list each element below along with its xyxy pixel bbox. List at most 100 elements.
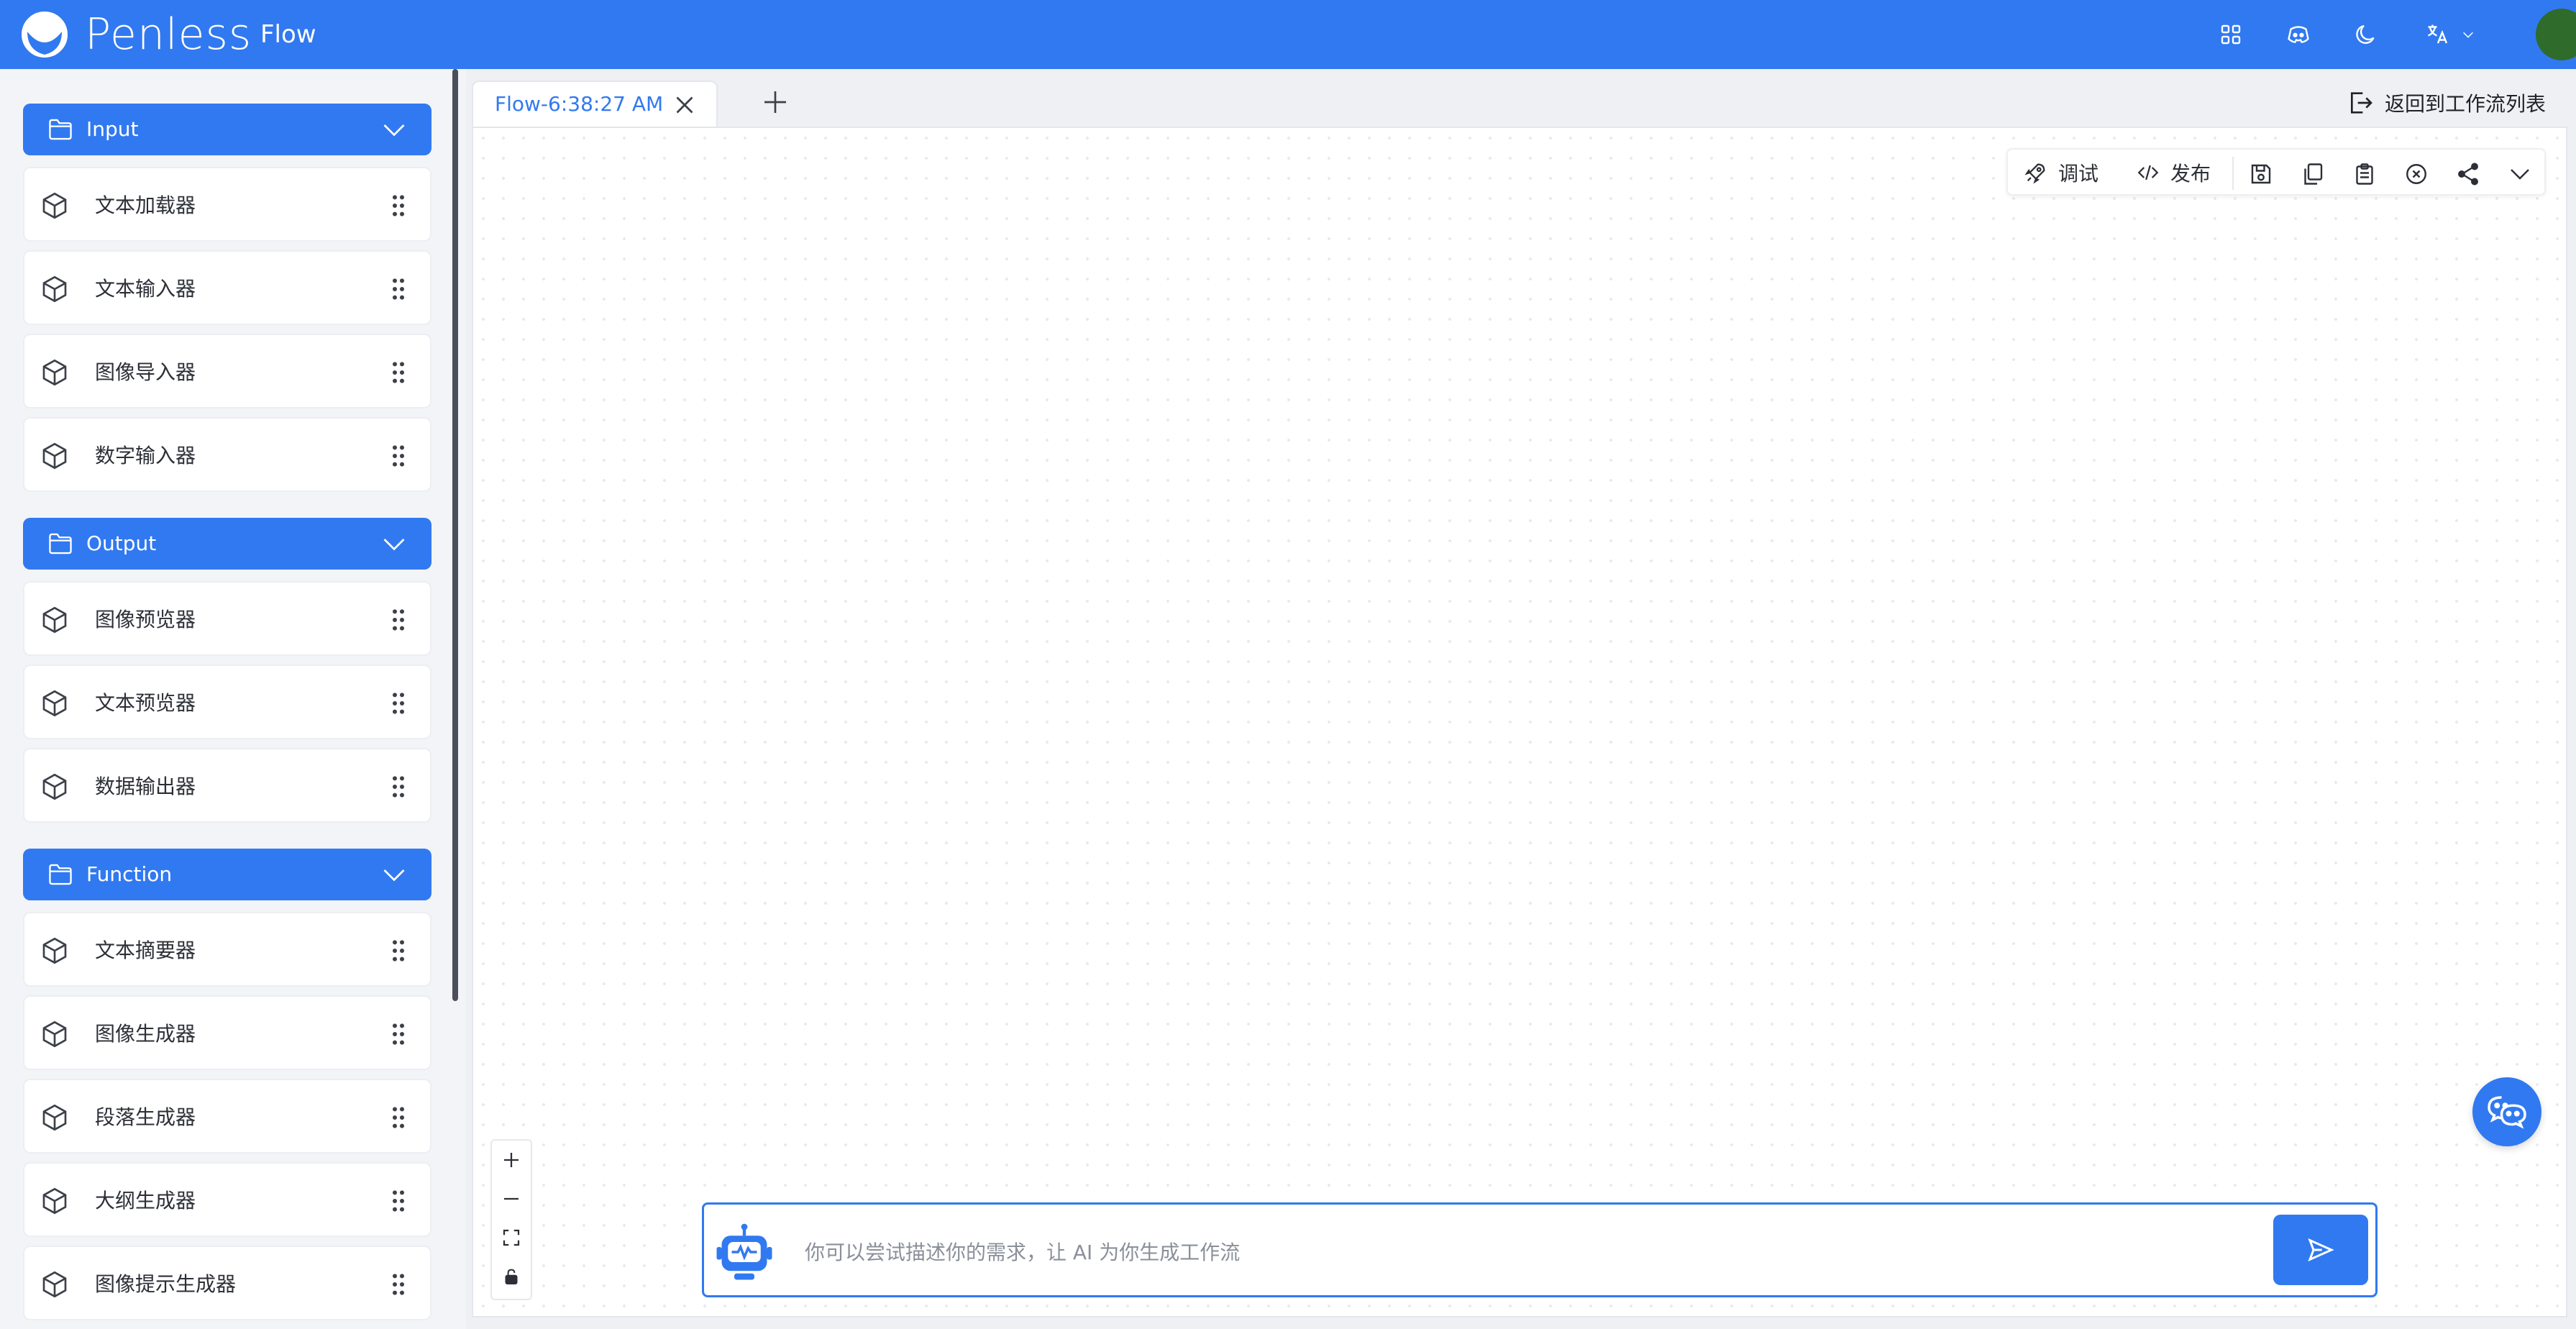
sidebar-item-text-input[interactable]: 文本输入器 — [23, 250, 431, 325]
exit-icon — [2351, 92, 2372, 114]
drag-handle-icon[interactable] — [384, 358, 413, 387]
clear-icon[interactable] — [2403, 161, 2429, 187]
discord-icon[interactable] — [2281, 17, 2316, 52]
brand-name[interactable]: Penless — [85, 10, 252, 59]
chevron-down-icon — [383, 869, 405, 882]
add-tab-icon[interactable] — [761, 88, 790, 117]
group-header-output[interactable]: Output — [23, 518, 431, 570]
drag-handle-icon[interactable] — [384, 606, 413, 634]
tab-flow[interactable]: Flow-6:38:27 AM — [472, 81, 718, 127]
cube-icon — [42, 442, 67, 470]
drag-handle-icon[interactable] — [384, 936, 413, 965]
drag-handle-icon[interactable] — [384, 442, 413, 470]
sidebar-item-image-generator[interactable]: 图像生成器 — [23, 995, 431, 1070]
item-label: 数据输出器 — [95, 775, 196, 798]
save-icon[interactable] — [2248, 161, 2274, 187]
sidebar-item-image-prompt-generator[interactable]: 图像提示生成器 — [23, 1246, 431, 1320]
cube-icon — [42, 1020, 67, 1048]
folder-icon — [49, 864, 72, 885]
group-header-input[interactable]: Input — [23, 104, 431, 155]
sidebar-item-number-input[interactable]: 数字输入器 — [23, 417, 431, 492]
drag-handle-icon[interactable] — [384, 772, 413, 801]
group-label: Output — [86, 531, 157, 555]
ai-prompt-input[interactable] — [805, 1226, 2243, 1278]
translate-icon[interactable] — [2416, 17, 2459, 52]
share-icon[interactable] — [2455, 161, 2481, 187]
drag-handle-icon[interactable] — [384, 191, 413, 220]
cube-icon — [42, 1271, 67, 1298]
back-to-list-button[interactable]: 返回到工作流列表 — [2346, 85, 2546, 121]
sidebar-item-text-summary[interactable]: 文本摘要器 — [23, 912, 431, 987]
group-label: Input — [86, 117, 139, 141]
drag-handle-icon[interactable] — [384, 275, 413, 303]
publish-label: 发布 — [2170, 162, 2211, 186]
sidebar-item-data-output[interactable]: 数据输出器 — [23, 748, 431, 823]
top-bar: Penless Flow — [0, 0, 2576, 69]
canvas-toolbar: 调试 发布 — [2006, 148, 2546, 196]
debug-label: 调试 — [2058, 162, 2099, 186]
cube-icon — [42, 606, 67, 634]
drag-handle-icon[interactable] — [384, 1187, 413, 1215]
item-label: 图像导入器 — [95, 360, 196, 384]
group-label: Function — [86, 862, 173, 886]
wechat-icon — [2488, 1096, 2526, 1129]
folder-icon — [49, 533, 72, 554]
item-label: 图像预览器 — [95, 608, 196, 631]
product-name: Flow — [260, 20, 316, 49]
flow-canvas[interactable] — [472, 127, 2567, 1317]
cube-icon — [42, 773, 67, 800]
back-label: 返回到工作流列表 — [2385, 92, 2547, 116]
code-icon — [2137, 165, 2159, 181]
tab-title: Flow-6:38:27 AM — [495, 92, 664, 116]
cube-icon — [42, 690, 67, 717]
folder-icon — [49, 119, 72, 140]
sidebar-item-outline-generator[interactable]: 大纲生成器 — [23, 1162, 431, 1237]
toolbar-divider — [2232, 157, 2234, 190]
penless-logo-icon[interactable] — [20, 10, 69, 59]
item-label: 图像提示生成器 — [95, 1272, 237, 1296]
chevron-down-icon — [383, 124, 405, 137]
drag-handle-icon[interactable] — [384, 1270, 413, 1299]
ai-prompt-bar — [702, 1202, 2378, 1297]
sidebar-scrollbar[interactable] — [452, 69, 458, 1001]
wechat-chat-button[interactable] — [2472, 1077, 2541, 1146]
drag-handle-icon[interactable] — [384, 1020, 413, 1049]
close-icon[interactable] — [672, 92, 698, 118]
clipboard-icon[interactable] — [2352, 161, 2378, 187]
group-header-function[interactable]: Function — [23, 849, 431, 900]
cube-icon — [42, 1187, 67, 1215]
item-label: 文本输入器 — [95, 277, 196, 301]
item-label: 大纲生成器 — [95, 1189, 196, 1212]
cube-icon — [42, 937, 67, 964]
avatar[interactable] — [2536, 9, 2576, 60]
item-label: 文本摘要器 — [95, 938, 196, 962]
rocket-icon — [2024, 163, 2045, 184]
cube-icon — [42, 275, 67, 303]
item-label: 文本加载器 — [95, 193, 196, 217]
cube-icon — [42, 192, 67, 219]
fit-view-icon[interactable] — [492, 1218, 531, 1257]
language-chevron-down-icon[interactable] — [2457, 17, 2480, 52]
debug-button[interactable]: 调试 — [2024, 158, 2098, 187]
sidebar-item-image-preview[interactable]: 图像预览器 — [23, 581, 431, 656]
sidebar-item-paragraph-generator[interactable]: 段落生成器 — [23, 1079, 431, 1154]
lock-icon[interactable] — [492, 1257, 531, 1296]
chevron-down-icon[interactable] — [2507, 161, 2533, 187]
copy-icon[interactable] — [2300, 161, 2326, 187]
apps-icon[interactable] — [2214, 17, 2248, 52]
sidebar-item-image-import[interactable]: 图像导入器 — [23, 334, 431, 408]
moon-icon[interactable] — [2349, 17, 2383, 52]
drag-handle-icon[interactable] — [384, 1103, 413, 1132]
cube-icon — [42, 359, 67, 386]
sidebar-item-text-loader[interactable]: 文本加载器 — [23, 167, 431, 242]
item-label: 图像生成器 — [95, 1022, 196, 1046]
item-label: 数字输入器 — [95, 444, 196, 467]
zoom-in-icon[interactable] — [492, 1141, 531, 1179]
sidebar-item-text-preview[interactable]: 文本预览器 — [23, 664, 431, 739]
robot-icon — [716, 1223, 772, 1280]
zoom-out-icon[interactable] — [492, 1179, 531, 1218]
publish-button[interactable]: 发布 — [2136, 158, 2211, 187]
send-button[interactable] — [2273, 1215, 2368, 1285]
zoom-controls — [490, 1139, 532, 1300]
drag-handle-icon[interactable] — [384, 689, 413, 718]
